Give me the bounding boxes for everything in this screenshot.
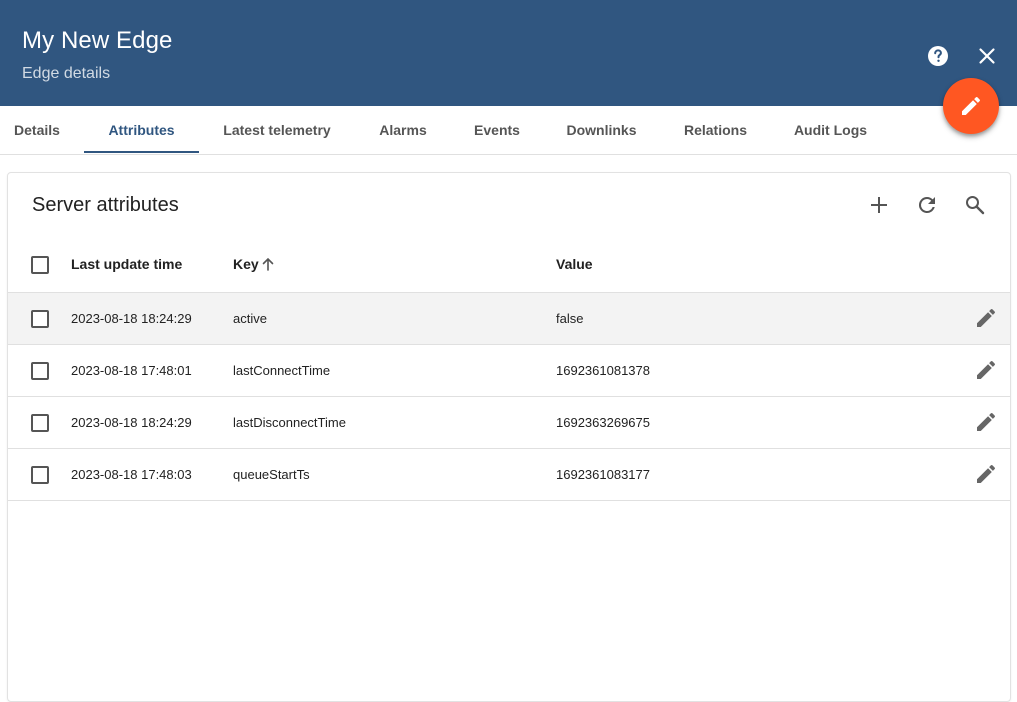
table-row[interactable]: 2023-08-18 17:48:03 queueStartTs 1692361…: [8, 448, 1010, 500]
edit-row-button[interactable]: [974, 358, 998, 382]
help-button[interactable]: [926, 44, 950, 68]
column-header-value[interactable]: Value: [556, 256, 593, 272]
close-button[interactable]: [975, 44, 999, 68]
pencil-icon: [977, 412, 996, 431]
select-all-checkbox[interactable]: [31, 256, 49, 274]
page-title: My New Edge: [22, 27, 173, 54]
pencil-icon: [977, 464, 996, 483]
row-value: 1692361083177: [556, 467, 650, 482]
row-last-update-time: 2023-08-18 17:48:01: [71, 363, 192, 378]
row-last-update-time: 2023-08-18 18:24:29: [71, 311, 192, 326]
edit-fab-button[interactable]: [943, 78, 999, 134]
pencil-icon: [977, 308, 996, 327]
row-value: false: [556, 311, 584, 326]
server-attributes-card: Server attributes Last update time Key V…: [7, 172, 1011, 702]
row-last-update-time: 2023-08-18 17:48:03: [71, 467, 192, 482]
card-title: Server attributes: [32, 194, 179, 216]
edit-row-button[interactable]: [974, 410, 998, 434]
tab-relations[interactable]: Relations: [667, 106, 764, 154]
row-checkbox[interactable]: [31, 362, 49, 380]
dialog-header: My New Edge Edge details: [0, 0, 1017, 106]
row-checkbox[interactable]: [31, 414, 49, 432]
close-icon: [979, 48, 995, 64]
tab-attributes[interactable]: Attributes: [84, 106, 199, 154]
add-icon: [871, 197, 887, 213]
tab-alarms[interactable]: Alarms: [360, 106, 446, 154]
row-value: 1692363269675: [556, 415, 650, 430]
tab-events[interactable]: Events: [456, 106, 538, 154]
row-last-update-time: 2023-08-18 18:24:29: [71, 415, 192, 430]
edit-row-button[interactable]: [974, 306, 998, 330]
tab-downlinks[interactable]: Downlinks: [548, 106, 655, 154]
page-subtitle: Edge details: [22, 65, 111, 82]
help-icon: [928, 46, 948, 66]
add-attribute-button[interactable]: [867, 193, 891, 217]
row-key: lastConnectTime: [233, 363, 331, 378]
search-icon: [966, 196, 985, 215]
edit-row-button[interactable]: [974, 462, 998, 486]
search-button[interactable]: [963, 193, 987, 217]
tab-audit-logs[interactable]: Audit Logs: [778, 106, 883, 154]
refresh-button[interactable]: [915, 193, 939, 217]
table-row[interactable]: 2023-08-18 17:48:01 lastConnectTime 1692…: [8, 344, 1010, 396]
pencil-icon: [977, 360, 996, 379]
row-key: queueStartTs: [233, 467, 310, 482]
table-row[interactable]: 2023-08-18 18:24:29 active false: [8, 292, 1010, 344]
tab-latest-telemetry[interactable]: Latest telemetry: [205, 106, 349, 154]
refresh-icon: [918, 196, 935, 213]
row-key: active: [233, 311, 267, 326]
pencil-icon: [962, 96, 981, 115]
row-value: 1692361081378: [556, 363, 650, 378]
tab-bar: Details Attributes Latest telemetry Alar…: [0, 106, 1017, 155]
active-tab-indicator: [84, 151, 199, 153]
column-header-key[interactable]: Key: [233, 256, 259, 272]
row-checkbox[interactable]: [31, 310, 49, 328]
row-checkbox[interactable]: [31, 466, 49, 484]
sort-arrow-up-icon: [262, 257, 274, 271]
table-row[interactable]: 2023-08-18 18:24:29 lastDisconnectTime 1…: [8, 396, 1010, 448]
column-header-last-update-time[interactable]: Last update time: [71, 256, 182, 272]
tab-details[interactable]: Details: [0, 106, 74, 154]
row-key: lastDisconnectTime: [233, 415, 346, 430]
table-bottom-divider: [8, 500, 1010, 501]
